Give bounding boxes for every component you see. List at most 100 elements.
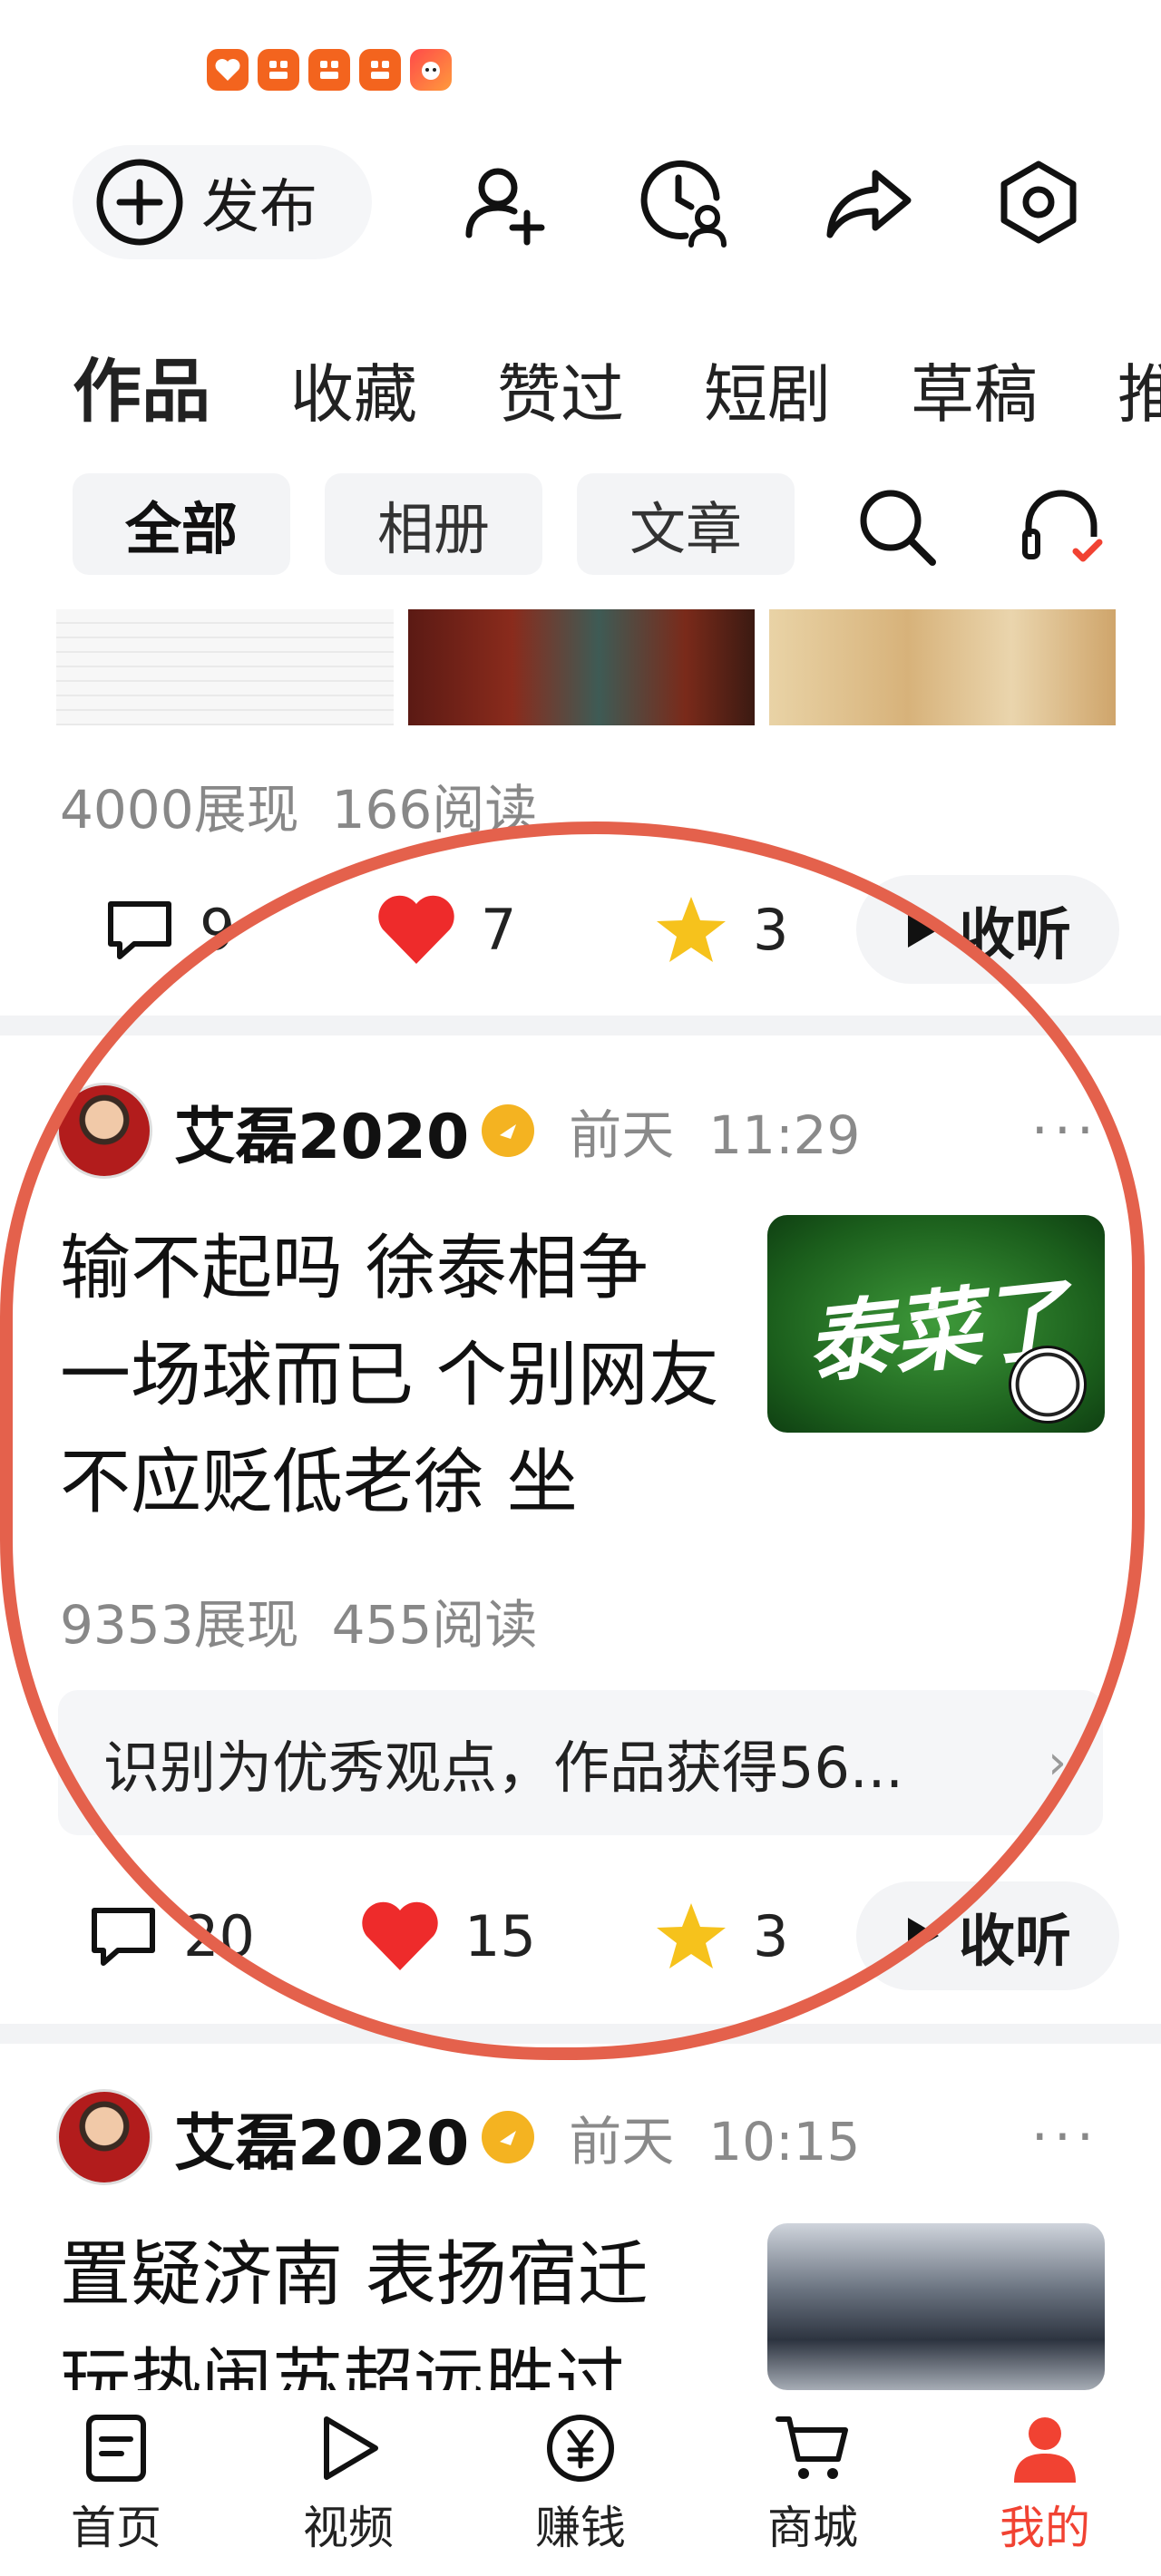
verified-badge-icon	[482, 2111, 535, 2163]
mascot-app-icon	[410, 49, 452, 91]
like-button[interactable]: 15	[359, 1872, 536, 1999]
bottom-nav: 首页 视频 赚钱 商城 我的	[0, 2390, 1161, 2576]
chip-all[interactable]: 全部	[73, 473, 290, 575]
post-time: 前天 10:15	[569, 2099, 860, 2175]
comment-button[interactable]: 9	[103, 866, 235, 993]
excellent-view-notice[interactable]: 识别为优秀观点，作品获得56... ›	[58, 1690, 1103, 1835]
like-count: 15	[464, 1902, 536, 1969]
tab-short-drama[interactable]: 短剧	[704, 345, 831, 435]
tab-liked[interactable]: 赞过	[497, 345, 624, 435]
post-clock: 10:15	[708, 2111, 861, 2173]
post-title[interactable]: 置疑济南 表扬宿迁 玩热闹苏超远胜过	[60, 2221, 731, 2390]
nav-mall[interactable]: 商城	[697, 2390, 929, 2576]
play-icon	[907, 1918, 939, 1954]
prev-post-image[interactable]	[408, 609, 755, 725]
favorite-count: 3	[753, 1902, 789, 1969]
nav-home[interactable]: 首页	[0, 2390, 232, 2576]
nav-earn[interactable]: 赚钱	[464, 2390, 697, 2576]
listen-headset-icon[interactable]	[1016, 481, 1107, 571]
plus-circle-icon	[96, 159, 183, 246]
publish-button[interactable]: 发布	[73, 145, 372, 259]
avatar[interactable]	[56, 2089, 152, 2185]
author-name[interactable]: 艾磊2020	[174, 1086, 469, 1176]
comment-button[interactable]: 20	[87, 1872, 255, 1999]
yuan-coin-icon	[547, 2415, 614, 2482]
post-day: 前天	[569, 1104, 675, 1166]
app-icon	[359, 49, 401, 91]
app-icon	[308, 49, 350, 91]
publish-label: 发布	[201, 174, 317, 241]
author-name[interactable]: 艾磊2020	[174, 2093, 469, 2182]
nav-home-label: 首页	[71, 2502, 161, 2554]
prev-post-image[interactable]	[769, 609, 1116, 725]
post-day: 前天	[569, 2111, 675, 2173]
post-title[interactable]: 输不起吗 徐泰相争 一场球而已 个别网友不应贬低老徐 坐	[60, 1215, 731, 1536]
like-button[interactable]: 7	[376, 866, 516, 993]
comment-count: 9	[200, 896, 236, 963]
filter-chips: 全部 相册 文章	[73, 473, 795, 575]
more-options-icon[interactable]: ···	[1031, 1099, 1099, 1162]
post-header: 艾磊2020 前天 10:15 ···	[56, 2087, 1108, 2187]
prev-post-images[interactable]	[56, 609, 1116, 725]
star-icon	[657, 897, 726, 962]
post-cover-image[interactable]: 泰菜了	[767, 1215, 1105, 1433]
listen-button[interactable]: 收听	[856, 875, 1119, 984]
comment-count: 20	[183, 1902, 255, 1969]
home-icon	[86, 2415, 146, 2482]
chip-album[interactable]: 相册	[325, 473, 542, 575]
post-time: 前天 11:29	[569, 1093, 860, 1169]
verified-badge-icon	[482, 1104, 535, 1157]
video-play-icon	[324, 2416, 378, 2480]
feed-divider	[0, 2024, 1161, 2044]
play-icon	[907, 911, 939, 948]
prev-post-image[interactable]	[56, 609, 394, 725]
reads-count: 455阅读	[331, 1594, 538, 1656]
like-count: 7	[481, 896, 517, 963]
more-options-icon[interactable]: ···	[1031, 2105, 1099, 2169]
impressions-count: 9353展现	[60, 1594, 299, 1656]
chevron-right-icon: ›	[1048, 1735, 1067, 1790]
notice-text: 识别为优秀观点，作品获得56...	[103, 1735, 904, 1801]
add-friend-icon[interactable]	[454, 152, 553, 252]
status-bar-app-icons	[207, 49, 452, 91]
star-icon	[657, 1903, 726, 1968]
chip-article[interactable]: 文章	[577, 473, 795, 575]
nav-earn-label: 赚钱	[535, 2502, 626, 2554]
comment-icon	[92, 1908, 155, 1966]
share-icon[interactable]	[818, 152, 918, 252]
soccer-ball-icon	[1009, 1346, 1087, 1424]
favorite-button[interactable]: 3	[653, 1872, 788, 1999]
heart-icon	[378, 895, 454, 964]
tab-more[interactable]: 推	[1117, 345, 1161, 435]
content-tabs: 作品 收藏 赞过 短剧 草稿 推	[73, 345, 1161, 435]
avatar[interactable]	[56, 1083, 152, 1179]
search-icon[interactable]	[851, 481, 941, 571]
settings-icon[interactable]	[989, 152, 1088, 252]
reads-count: 166阅读	[331, 779, 538, 841]
app-icon	[258, 49, 299, 91]
listen-label: 收听	[958, 901, 1071, 967]
listen-label: 收听	[958, 1908, 1071, 1974]
nav-me-label: 我的	[1000, 2502, 1090, 2554]
cart-icon	[776, 2416, 848, 2479]
profile-top-bar: 发布	[73, 143, 1088, 261]
comment-icon	[108, 901, 171, 959]
history-icon[interactable]	[633, 152, 733, 252]
post-actions: 20 15 3 收听	[0, 1872, 1161, 1999]
favorite-count: 3	[753, 896, 789, 963]
feed-divider	[0, 1016, 1161, 1035]
post-header: 艾磊2020 前天 11:29 ···	[56, 1081, 1108, 1181]
prev-post-stats: 4000展现 166阅读	[60, 767, 537, 843]
favorite-button[interactable]: 3	[653, 866, 788, 993]
nav-video-label: 视频	[303, 2502, 394, 2554]
prev-post-actions: 9 7 3 收听	[0, 866, 1161, 993]
post-stats: 9353展现 455阅读	[60, 1582, 537, 1658]
tab-drafts[interactable]: 草稿	[911, 345, 1038, 435]
impressions-count: 4000展现	[60, 779, 299, 841]
listen-button[interactable]: 收听	[856, 1881, 1119, 1990]
nav-video[interactable]: 视频	[232, 2390, 464, 2576]
post-cover-image[interactable]	[767, 2223, 1105, 2390]
tab-works[interactable]: 作品	[73, 345, 210, 435]
tab-favorites[interactable]: 收藏	[290, 345, 417, 435]
nav-me[interactable]: 我的	[929, 2390, 1161, 2576]
